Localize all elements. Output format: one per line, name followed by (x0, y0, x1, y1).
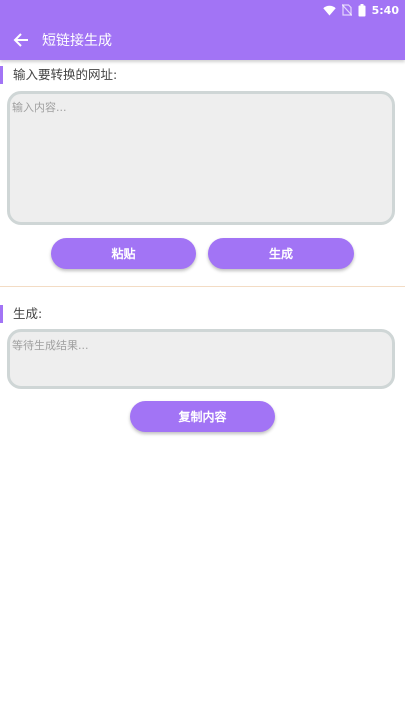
url-input-placeholder: 输入内容... (12, 101, 67, 114)
status-bar: 5:40 (322, 1, 399, 19)
generate-button[interactable]: 生成 (208, 238, 354, 269)
output-label: 生成: (0, 305, 42, 323)
result-output[interactable]: 等待生成结果... (7, 329, 395, 389)
no-sim-icon (341, 4, 352, 16)
arrow-back-icon (13, 33, 28, 47)
page-title: 短链接生成 (42, 33, 112, 49)
app-bar: 5:40 短链接生成 (0, 0, 405, 60)
status-time: 5:40 (371, 3, 399, 17)
input-label: 输入要转换的网址: (0, 66, 117, 84)
divider (0, 286, 405, 287)
url-input[interactable]: 输入内容... (7, 91, 395, 225)
battery-icon (358, 3, 366, 16)
copy-button[interactable]: 复制内容 (130, 401, 275, 432)
back-button[interactable] (10, 29, 32, 51)
paste-button[interactable]: 粘贴 (51, 238, 196, 269)
wifi-icon (322, 5, 336, 15)
result-placeholder: 等待生成结果... (12, 339, 89, 352)
